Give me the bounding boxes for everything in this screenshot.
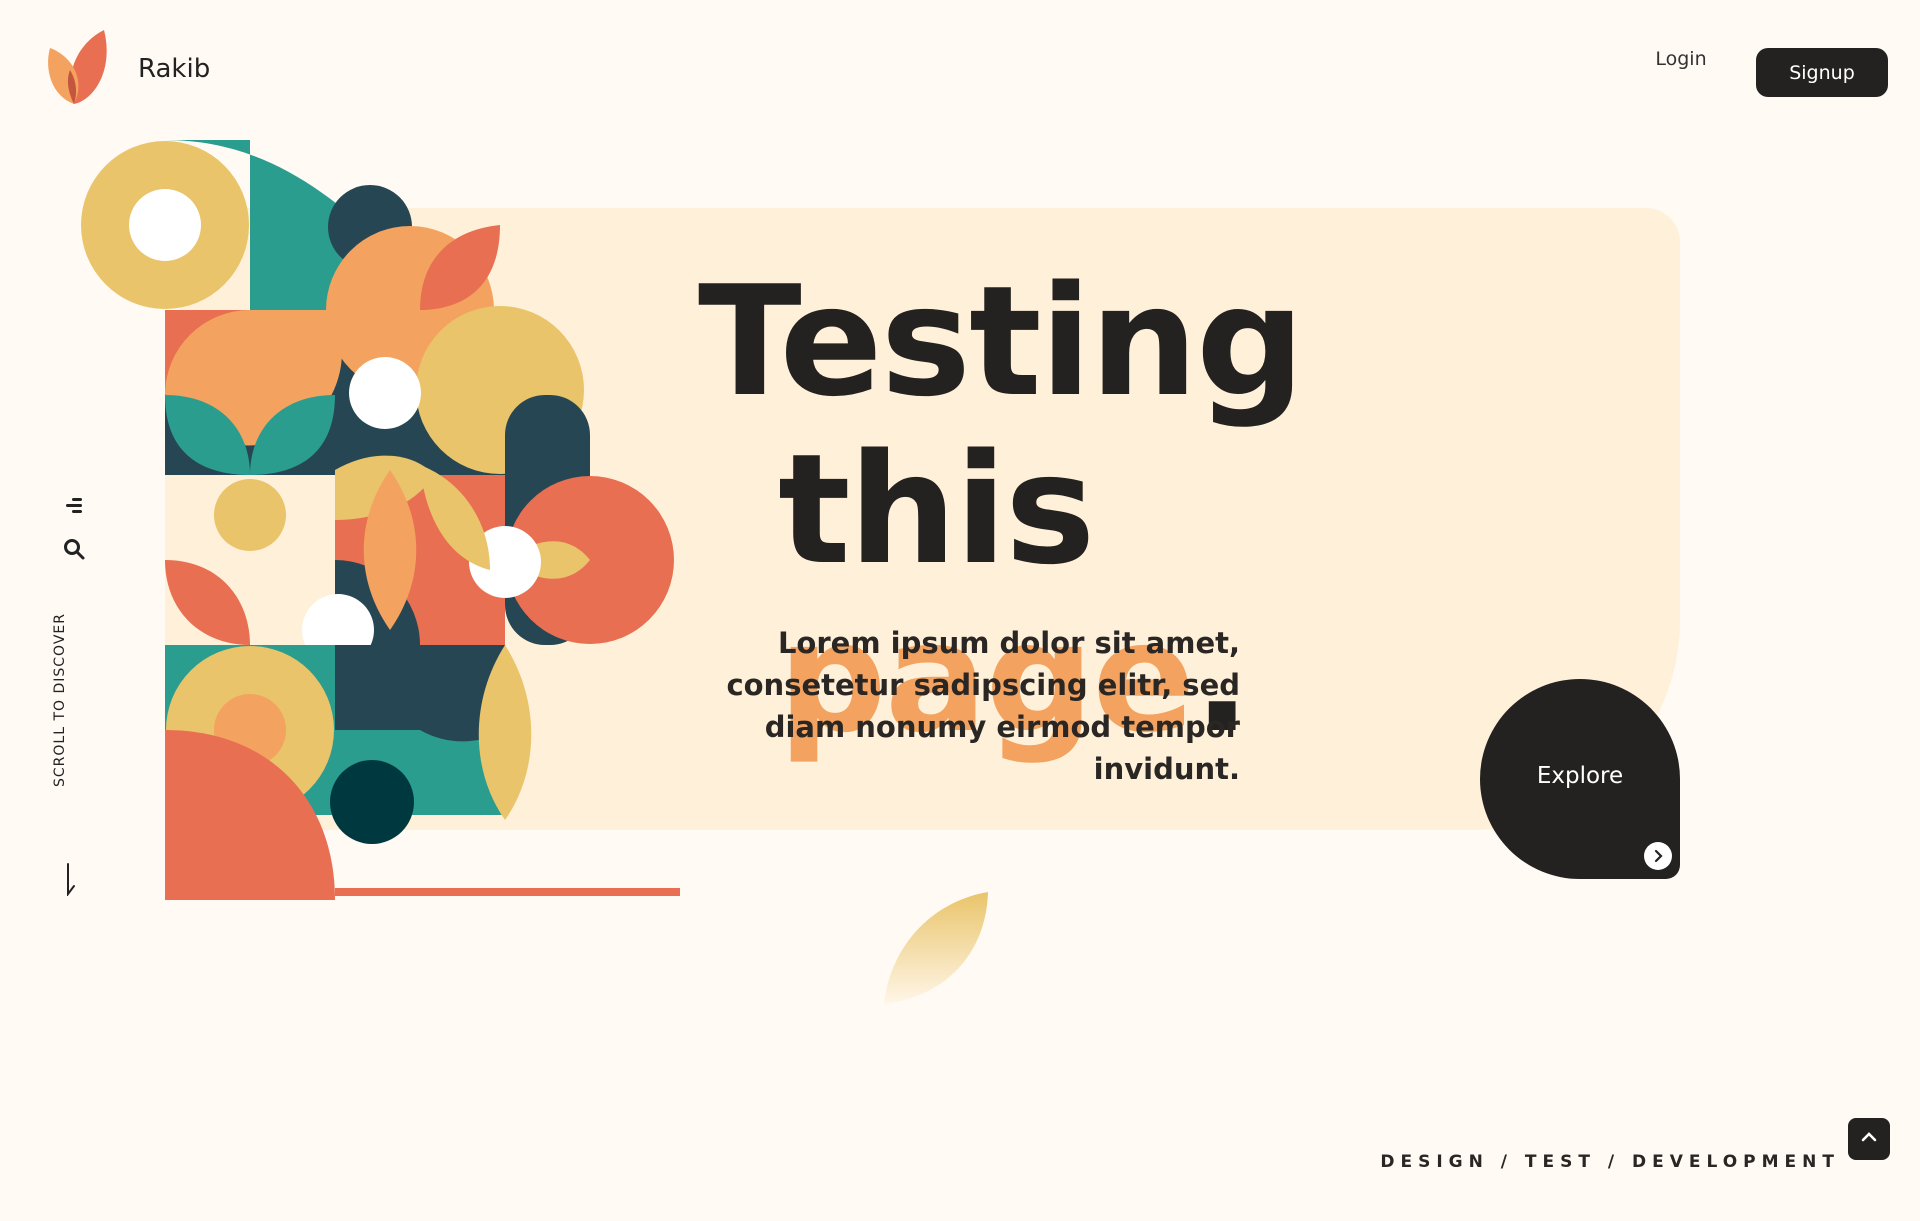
arrow-down-icon[interactable] bbox=[64, 862, 78, 900]
hero-description: Lorem ipsum dolor sit amet, consetetur s… bbox=[726, 626, 1240, 786]
chevron-up-icon bbox=[1860, 1128, 1878, 1150]
chevron-right-icon bbox=[1644, 842, 1672, 870]
hero-title-line1: Testing bbox=[698, 253, 1305, 430]
login-link[interactable]: Login bbox=[1636, 48, 1726, 70]
search-icon[interactable] bbox=[62, 537, 86, 565]
brand-name: Rakib bbox=[138, 54, 211, 84]
scroll-top-button[interactable] bbox=[1848, 1118, 1890, 1160]
menu-icon[interactable] bbox=[62, 496, 84, 520]
footer-tagline: DESIGN / TEST / DEVELOPMENT bbox=[1380, 1152, 1840, 1172]
leaf-logo-icon bbox=[44, 30, 114, 108]
signup-button[interactable]: Signup bbox=[1756, 48, 1888, 97]
geometric-mosaic-illustration bbox=[81, 140, 680, 900]
brand[interactable]: Rakib bbox=[44, 30, 210, 108]
hero-title-word: this bbox=[778, 421, 1095, 598]
explore-label: Explore bbox=[1536, 763, 1624, 789]
leaf-illustration bbox=[884, 892, 988, 1004]
scroll-to-discover-label: SCROLL TO DISCOVER bbox=[52, 613, 68, 787]
explore-button[interactable]: Explore bbox=[1480, 679, 1680, 879]
